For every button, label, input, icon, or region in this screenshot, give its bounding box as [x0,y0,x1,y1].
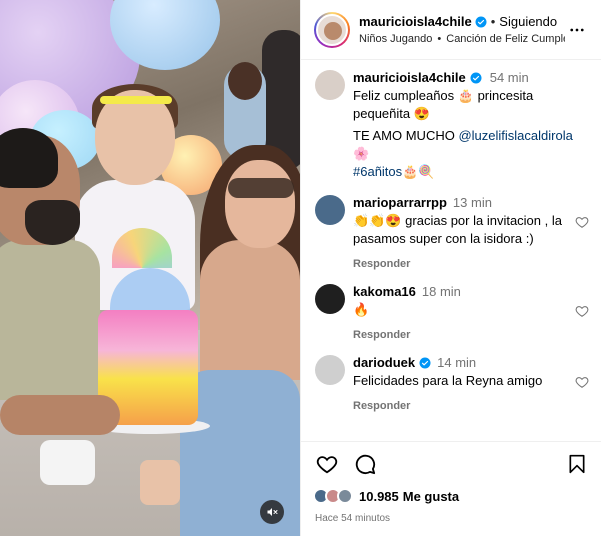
muted-speaker-icon [267,508,278,516]
separator-dot: • [490,14,496,29]
headband [100,96,172,104]
heart-icon [316,455,338,473]
likes-label[interactable]: Me gusta [403,489,459,504]
post-media-video[interactable] [0,0,300,536]
comment-text: 🔥 [353,302,370,317]
comments-list[interactable]: mauricioisla4chile 54 min Feliz cumpleañ… [301,60,601,441]
like-button[interactable] [313,450,341,478]
mention-link[interactable]: @luzelifislacaldirola [458,128,572,143]
comment-username[interactable]: darioduek [353,355,415,370]
comment-time: 18 min [421,284,461,299]
comment-time: 14 min [437,355,477,370]
avatar[interactable] [315,195,345,225]
more-options-icon [570,28,584,31]
avatar[interactable] [315,70,345,100]
verified-badge-icon [419,357,431,368]
reply-button[interactable]: Responder [353,400,567,412]
more-options-button[interactable] [565,18,589,42]
comment-text: Felicidades para la Reyna amigo [353,373,543,388]
comment-item: marioparrarrpp 13 min 👏👏😍 gracias por la… [315,195,589,270]
comment-item: darioduek 14 min Felicidades para la Rey… [315,355,589,412]
caption-username[interactable]: mauricioisla4chile [353,70,466,85]
heart-icon[interactable] [575,375,589,389]
audio-title[interactable]: Canción de Feliz Cumple… [446,33,565,45]
woman-face [225,160,295,248]
comment-username[interactable]: marioparrarrpp [353,195,447,210]
avatar[interactable] [315,355,345,385]
post-header: mauricioisla4chile • Siguiendo Niños Jug… [301,0,601,60]
instagram-post: mauricioisla4chile • Siguiendo Niños Jug… [0,0,601,536]
author-avatar[interactable] [314,11,350,48]
action-bar [301,441,601,485]
comment-time: 13 min [452,195,492,210]
likes-count[interactable]: 10.985 [359,489,399,504]
verified-badge-icon [475,16,487,27]
verified-badge-icon [470,72,482,83]
girl-face [95,90,175,185]
author-username[interactable]: mauricioisla4chile [359,14,472,29]
comment-username[interactable]: kakoma16 [353,284,416,299]
bookmark-icon [569,454,585,473]
liker-avatars [313,488,353,504]
heart-icon[interactable] [575,304,589,318]
sunglasses [228,178,294,198]
comment-text: 👏👏😍 gracias por la invitacion , la pasam… [353,213,562,246]
reply-button[interactable]: Responder [353,258,567,270]
hashtag-link[interactable]: #6añitos [353,164,402,179]
mute-toggle-button[interactable] [260,500,284,524]
post-timestamp[interactable]: Hace 54 minutos [301,507,601,536]
avatar [337,488,353,504]
comment-item: kakoma16 18 min 🔥 Responder [315,284,589,341]
post-side-panel: mauricioisla4chile • Siguiendo Niños Jug… [300,0,601,536]
likes-summary[interactable]: 10.985 Me gusta [301,485,601,507]
comment-icon [355,454,376,474]
caption: mauricioisla4chile 54 min Feliz cumpleañ… [315,70,589,181]
avatar[interactable] [315,284,345,314]
caption-text: Feliz cumpleaños 🎂 princesita pequeñita … [353,88,573,179]
audio-attribution[interactable]: Niños Jugando • Canción de Feliz Cumple… [359,33,565,45]
following-button[interactable]: Siguiendo [499,14,557,29]
caption-time: 54 min [489,70,529,85]
heart-icon[interactable] [575,215,589,229]
save-button[interactable] [563,450,591,478]
reply-button[interactable]: Responder [353,329,567,341]
comment-button[interactable] [351,450,379,478]
audio-artist[interactable]: Niños Jugando [359,33,432,45]
